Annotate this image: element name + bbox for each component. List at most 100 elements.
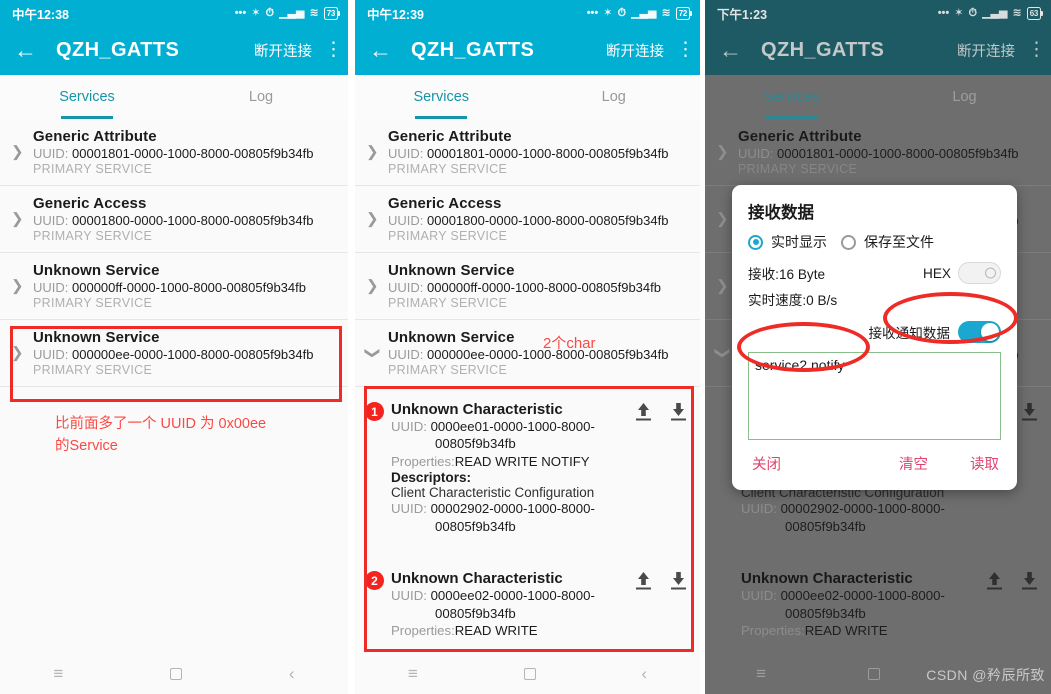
tab-bar: Services Log (0, 75, 348, 119)
service-type: PRIMARY SERVICE (388, 229, 508, 243)
characteristic-uuid: UUID: 0000ee01-0000-1000-8000- (391, 418, 630, 435)
back-icon[interactable]: ← (14, 39, 42, 62)
chevron-right-icon[interactable]: ❯ (11, 279, 24, 294)
nav-back-icon[interactable]: ‹ (641, 664, 647, 684)
disconnect-button[interactable]: 断开连接 (254, 40, 312, 61)
chevron-right-icon[interactable]: ❯ (716, 212, 729, 227)
chevron-right-icon[interactable]: ❯ (11, 212, 24, 227)
service-uuid: UUID: 000000ff-0000-1000-8000-00805f9b34… (388, 280, 692, 295)
radio-realtime[interactable] (748, 234, 763, 250)
service-name: Unknown Service (388, 262, 515, 279)
hex-toggle[interactable] (958, 262, 1001, 284)
download-icon[interactable] (669, 570, 688, 591)
disconnect-button[interactable]: 断开连接 (606, 40, 664, 61)
annotation-badge-2: 2 (365, 571, 384, 591)
service-row-highlighted[interactable]: ❯ Unknown Service UUID: 000000ee-0000-10… (0, 320, 348, 387)
chevron-right-icon[interactable]: ❯ (366, 145, 379, 160)
service-type: PRIMARY SERVICE (33, 363, 153, 377)
annotation-badge-1: 1 (365, 402, 384, 421)
service-row[interactable]: ❯ Generic Attribute UUID: 00001801-0000-… (0, 119, 348, 186)
chevron-right-icon[interactable]: ❯ (716, 145, 729, 160)
chevron-down-icon[interactable]: ❯ (714, 347, 731, 360)
uuid-value: 00001800-0000-1000-8000-00805f9b34fb (72, 213, 314, 228)
tab-services[interactable]: Services (0, 75, 174, 119)
service-type: PRIMARY SERVICE (388, 363, 508, 377)
wifi-icon: ≋ (661, 6, 671, 19)
chevron-down-icon[interactable]: ❯ (364, 347, 381, 360)
characteristic-actions (634, 570, 688, 591)
upload-icon[interactable] (985, 570, 1004, 591)
nav-back-icon[interactable]: ‹ (289, 664, 295, 684)
descriptor-uuid-cont: 00805f9b34fb (391, 518, 630, 535)
home-icon[interactable] (170, 668, 183, 680)
uuid-value: 00001801-0000-1000-8000-00805f9b34fb (72, 146, 314, 161)
characteristic-row[interactable]: Unknown Characteristic UUID: 0000ee02-00… (715, 562, 1043, 648)
recents-icon[interactable]: ≡ (408, 664, 418, 684)
status-bar: 中午12:39 ••• ✶ ⏱ ▁▃▅ ≋ 72 (355, 0, 700, 26)
service-type: PRIMARY SERVICE (33, 229, 153, 243)
characteristic-name: Unknown Characteristic (741, 570, 913, 588)
bluetooth-icon: ✶ (954, 6, 964, 19)
clear-button[interactable]: 清空 (899, 453, 928, 474)
read-button[interactable]: 读取 (970, 453, 999, 474)
tab-log[interactable]: Log (528, 75, 701, 119)
signal-icon: ▁▃▅ (982, 6, 1008, 19)
descriptor-name: Client Characteristic Configuration (391, 485, 595, 501)
service-row[interactable]: ❯ Generic Access UUID: 00001800-0000-100… (355, 186, 700, 253)
service-row[interactable]: ❯ Generic Access UUID: 00001800-0000-100… (0, 186, 348, 253)
chevron-right-icon[interactable]: ❯ (366, 212, 379, 227)
tab-services[interactable]: Services (355, 75, 528, 119)
dialog-title: 接收数据 (748, 204, 814, 222)
download-icon[interactable] (1020, 401, 1039, 422)
recents-icon[interactable]: ≡ (756, 664, 766, 684)
service-row[interactable]: ❯ Generic Attribute UUID: 00001801-0000-… (355, 119, 700, 186)
uuid-label: UUID: (388, 213, 424, 228)
service-row[interactable]: ❯ Unknown Service UUID: 000000ff-0000-10… (355, 253, 700, 320)
service-row[interactable]: ❯ Unknown Service UUID: 000000ff-0000-10… (0, 253, 348, 320)
back-icon[interactable]: ← (719, 39, 747, 62)
service-name: Generic Access (388, 195, 502, 212)
tab-log[interactable]: Log (174, 75, 348, 119)
service-row[interactable]: ❯ Generic Attribute UUID: 00001801-0000-… (705, 119, 1051, 186)
characteristic-uuid-cont: 00805f9b34fb (741, 605, 981, 622)
overflow-menu-icon[interactable]: ⋮ (324, 40, 343, 59)
wifi-icon: ≋ (1012, 6, 1022, 19)
home-icon[interactable] (523, 668, 536, 680)
back-icon[interactable]: ← (369, 39, 397, 62)
overflow-menu-icon[interactable]: ⋮ (1027, 40, 1046, 59)
service-row-expanded[interactable]: ❯ Unknown Service UUID: 000000ee-0000-10… (355, 320, 700, 387)
upload-icon[interactable] (634, 570, 653, 591)
more-dots-icon: ••• (234, 6, 247, 19)
tab-log[interactable]: Log (878, 75, 1051, 119)
chevron-right-icon[interactable]: ❯ (11, 346, 24, 361)
chevron-right-icon[interactable]: ❯ (716, 279, 729, 294)
service-type: PRIMARY SERVICE (388, 162, 508, 176)
radio-savefile-label: 保存至文件 (864, 234, 934, 250)
uuid-value-line1: 0000ee02-0000-1000-8000- (430, 588, 595, 604)
uuid-label: UUID: (741, 501, 777, 517)
overflow-menu-icon[interactable]: ⋮ (676, 40, 695, 59)
upload-icon[interactable] (634, 401, 653, 422)
home-icon[interactable] (868, 668, 881, 680)
recents-icon[interactable]: ≡ (53, 664, 63, 684)
disconnect-button[interactable]: 断开连接 (957, 40, 1015, 61)
service-type: PRIMARY SERVICE (33, 296, 153, 310)
received-data-field[interactable]: service2 notify (748, 352, 1001, 440)
chevron-right-icon[interactable]: ❯ (11, 145, 24, 160)
uuid-label: UUID: (33, 213, 69, 228)
battery-icon: 72 (675, 6, 693, 20)
uuid-value-line2: 00805f9b34fb (435, 436, 516, 452)
bluetooth-icon: ✶ (251, 6, 261, 19)
radio-savefile[interactable] (841, 234, 856, 250)
status-bar: 下午1:23 ••• ✶ ⏱ ▁▃▅ ≋ 63 (705, 0, 1051, 26)
characteristic-row[interactable]: 2 Unknown Characteristic UUID: 0000ee02-… (365, 562, 692, 648)
chevron-right-icon[interactable]: ❯ (366, 279, 379, 294)
service-type: PRIMARY SERVICE (738, 162, 858, 176)
characteristic-row[interactable]: 1 Unknown Characteristic UUID: 0000ee01-… (365, 393, 692, 544)
notify-toggle[interactable] (958, 321, 1001, 343)
download-icon[interactable] (1020, 570, 1039, 591)
download-icon[interactable] (669, 401, 688, 422)
characteristic-name: Unknown Characteristic (391, 570, 563, 588)
close-button[interactable]: 关闭 (752, 453, 781, 474)
tab-services[interactable]: Services (705, 75, 878, 119)
